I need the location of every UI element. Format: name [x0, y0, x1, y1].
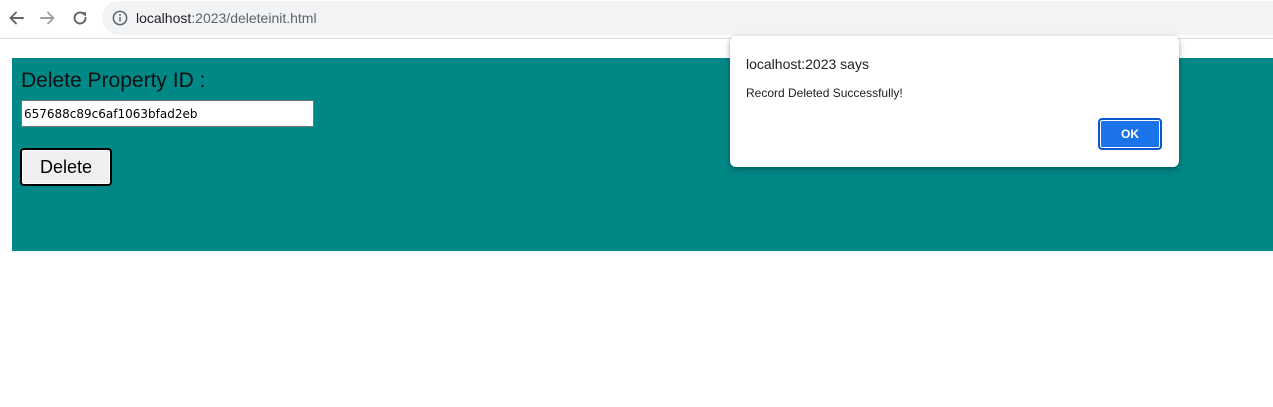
alert-dialog: localhost:2023 says Record Deleted Succe… [730, 36, 1179, 167]
url-path: :2023/deleteinit.html [191, 10, 317, 26]
page-title: Delete Property ID : [21, 69, 206, 92]
info-icon[interactable] [112, 10, 128, 26]
address-bar[interactable]: localhost:2023/deleteinit.html [102, 1, 1273, 35]
url-host: localhost [136, 10, 192, 26]
browser-toolbar: localhost:2023/deleteinit.html [0, 0, 1273, 36]
url-text[interactable]: localhost:2023/deleteinit.html [136, 10, 317, 26]
property-id-input[interactable] [21, 100, 314, 127]
ok-button[interactable]: OK [1098, 118, 1162, 150]
forward-arrow-icon[interactable] [36, 6, 60, 30]
dialog-title: localhost:2023 says [746, 56, 869, 72]
reload-icon[interactable] [68, 6, 92, 30]
delete-button[interactable]: Delete [20, 148, 112, 186]
back-arrow-icon[interactable] [4, 6, 28, 30]
dialog-message: Record Deleted Successfully! [746, 86, 903, 100]
